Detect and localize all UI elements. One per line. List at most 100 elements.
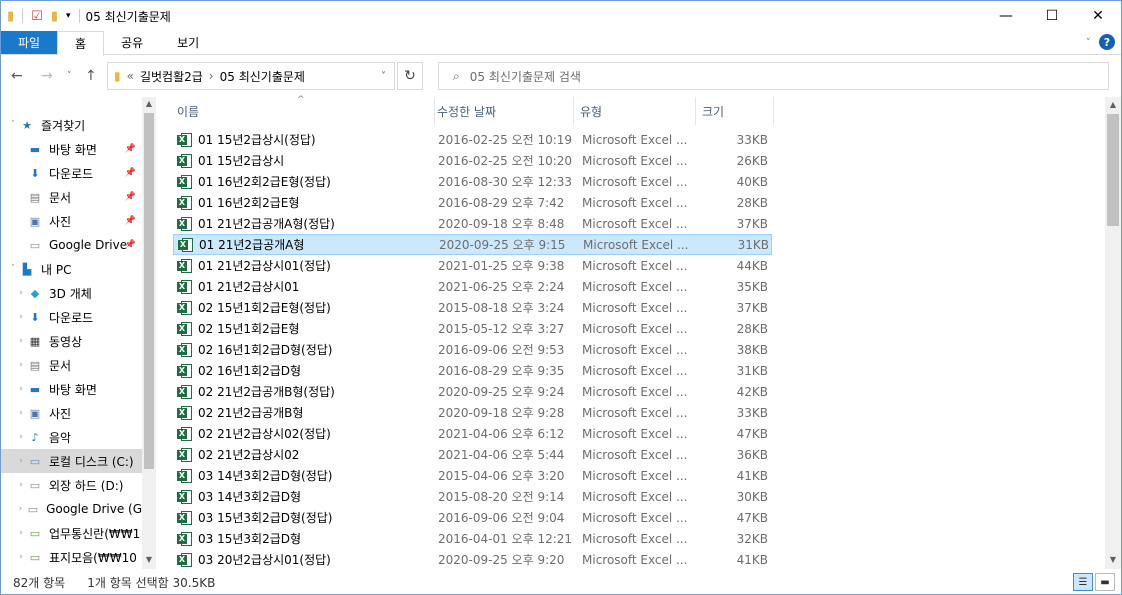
expand-chevron-icon[interactable]: › [15, 408, 27, 418]
tab-home[interactable]: 홈 [57, 31, 105, 56]
file-list-scrollbar[interactable]: ▲ ▼ [1105, 97, 1121, 569]
nav-item[interactable]: › ▤ 문서 [1, 353, 142, 377]
scroll-down-arrow-icon[interactable]: ▼ [142, 555, 156, 564]
large-icons-view-icon[interactable]: ▬ [1095, 573, 1115, 591]
expand-chevron-icon[interactable]: › [15, 360, 27, 370]
file-row[interactable]: X 02 15년1회2급E형(정답) 2015-08-18 오후 3:24 Micro… [173, 297, 772, 318]
help-button[interactable]: ? [1099, 34, 1115, 50]
drive-icon: ▭ [27, 502, 39, 516]
address-bar[interactable]: ▮ « 길벗컴활2급 › 05 최신기출문제 ˅ [107, 62, 395, 90]
expand-chevron-icon[interactable]: › [15, 384, 27, 394]
nav-item[interactable]: ▤ 문서 📌 [1, 185, 142, 209]
file-row[interactable]: X 02 16년1회2급D형(정답) 2016-09-06 오전 9:53 Micro… [173, 339, 772, 360]
refresh-button[interactable]: ↻ [397, 62, 423, 90]
selection-info: 1개 항목 선택함 30.5KB [87, 575, 216, 590]
file-row[interactable]: X 02 16년1회2급D형 2016-08-29 오후 9:35 Microsoft… [173, 360, 772, 381]
search-icon: ⌕ [453, 68, 460, 83]
nav-item[interactable]: › ▭ 외장 하드 (D:) [1, 473, 142, 497]
expand-chevron-icon[interactable]: › [15, 504, 26, 514]
breadcrumb-item[interactable]: 길벗컴활2급 [140, 68, 203, 85]
nav-item[interactable]: › ▭ 업무통신란(₩₩1 [1, 521, 142, 545]
file-row[interactable]: X 02 21년2급상시02 2021-04-06 오후 5:44 Microsoft… [173, 444, 772, 465]
file-row[interactable]: X 01 21년2급공개A형(정답) 2020-09-18 오후 8:48 Micro… [173, 213, 772, 234]
file-list-scroll-thumb[interactable] [1107, 114, 1119, 226]
nav-scroll-thumb[interactable] [144, 113, 154, 469]
column-header-name[interactable]: 이름 [171, 97, 435, 125]
expand-chevron-icon[interactable]: › [15, 528, 27, 538]
nav-item[interactable]: ▭ Google Drive 📌 [1, 233, 142, 257]
new-folder-icon[interactable]: ▮ [51, 9, 58, 24]
file-row[interactable]: X 02 15년1회2급E형 2015-05-12 오후 3:27 Microsoft… [173, 318, 772, 339]
file-row[interactable]: X 03 14년3회2급D형(정답) 2015-04-06 오후 3:20 Micro… [173, 465, 772, 486]
nav-item[interactable]: › ◆ 3D 개체 [1, 281, 142, 305]
nav-item[interactable]: ⬇ 다운로드 📌 [1, 161, 142, 185]
nav-item[interactable]: › ⬇ 다운로드 [1, 305, 142, 329]
nav-item[interactable]: › ▣ 사진 [1, 401, 142, 425]
file-date: 2016-09-06 오전 9:04 [438, 511, 565, 525]
expand-chevron-icon[interactable]: › [15, 552, 27, 562]
customize-toolbar-chevron-icon[interactable]: ▾ [66, 11, 71, 21]
expand-chevron-icon[interactable]: › [15, 312, 27, 322]
maximize-button[interactable]: ☐ [1029, 1, 1075, 31]
excel-file-icon: X [177, 153, 193, 169]
close-button[interactable]: ✕ [1075, 1, 1121, 31]
nav-item[interactable]: › ▭ 로컬 디스크 (C:) [1, 449, 142, 473]
back-arrow-icon[interactable]: ← [11, 68, 23, 84]
file-name: 01 21년2급상시01(정답) [198, 259, 331, 273]
file-row[interactable]: X 01 21년2급공개A형 2020-09-25 오후 9:15 Microsoft… [173, 234, 772, 255]
file-row[interactable]: X 02 21년2급공개B형(정답) 2020-09-25 오후 9:24 Micro… [173, 381, 772, 402]
nav-item[interactable]: › ▭ 표지모음(₩₩10 [1, 545, 142, 569]
file-row[interactable]: X 03 20년2급상시01(정답) 2020-09-25 오후 9:20 Micro… [173, 549, 772, 570]
expand-ribbon-chevron-icon[interactable]: ˅ [1086, 36, 1092, 49]
expand-chevron-icon[interactable]: › [15, 456, 27, 466]
nav-item[interactable]: › ▭ Google Drive (G [1, 497, 142, 521]
nav-scrollbar[interactable]: ▲ ▼ [142, 97, 156, 569]
nav-item[interactable]: › ▦ 동영상 [1, 329, 142, 353]
column-header-type[interactable]: 유형 [574, 97, 696, 125]
nav-item[interactable]: ▬ 바탕 화면 📌 [1, 137, 142, 161]
file-row[interactable]: X 03 15년3회2급D형 2016-04-01 오후 12:21 Microsof… [173, 528, 772, 549]
file-row[interactable]: X 01 21년2급상시01(정답) 2021-01-25 오후 9:38 Micro… [173, 255, 772, 276]
file-row[interactable]: X 02 21년2급공개B형 2020-09-18 오후 9:28 Microsoft… [173, 402, 772, 423]
file-row[interactable]: X 01 15년2급상시 2016-02-25 오전 10:20 Microsoft … [173, 150, 772, 171]
address-dropdown-chevron-icon[interactable]: ˅ [381, 71, 386, 82]
tab-file[interactable]: 파일 [1, 31, 57, 54]
file-row[interactable]: X 01 15년2급상시(정답) 2016-02-25 오전 10:19 Micros… [173, 129, 772, 150]
scroll-up-arrow-icon[interactable]: ▲ [142, 99, 156, 108]
nav-item[interactable]: ▣ 사진 📌 [1, 209, 142, 233]
nav-item[interactable]: ˅ ▙ 내 PC [1, 257, 142, 281]
recent-locations-chevron-icon[interactable]: ˅ [67, 71, 72, 81]
expand-chevron-icon[interactable]: › [15, 432, 27, 442]
properties-icon[interactable]: ☑ [31, 9, 43, 24]
file-row[interactable]: X 01 16년2회2급E형 2016-08-29 오후 7:42 Microsoft… [173, 192, 772, 213]
expand-chevron-icon[interactable]: › [15, 336, 27, 346]
column-header-date[interactable]: 수정한 날짜 [431, 97, 574, 125]
file-row[interactable]: X 02 21년2급상시02(정답) 2021-04-06 오후 6:12 Micro… [173, 423, 772, 444]
file-row[interactable]: X 03 15년3회2급D형(정답) 2016-09-06 오전 9:04 Micro… [173, 507, 772, 528]
expand-chevron-icon[interactable]: › [15, 480, 27, 490]
breadcrumb-overflow[interactable]: « [127, 69, 134, 83]
file-row[interactable]: X 01 16년2회2급E형(정답) 2016-08-30 오후 12:33 Micr… [173, 171, 772, 192]
up-arrow-icon[interactable]: ↑ [85, 68, 97, 84]
column-header-size[interactable]: 크기 [696, 97, 774, 125]
file-row[interactable]: X 03 14년3회2급D형 2015-08-20 오전 9:14 Microsoft… [173, 486, 772, 507]
scroll-up-arrow-icon[interactable]: ▲ [1105, 100, 1121, 109]
breadcrumb-separator[interactable]: › [209, 69, 214, 83]
nav-item[interactable]: › ♪ 음악 [1, 425, 142, 449]
disk-icon: ▭ [29, 478, 41, 492]
details-view-icon[interactable]: ☰ [1073, 573, 1093, 591]
scroll-down-arrow-icon[interactable]: ▼ [1105, 555, 1121, 564]
tab-share[interactable]: 공유 [104, 31, 160, 54]
file-row[interactable]: X 01 21년2급상시01 2021-06-25 오후 2:24 Microsoft… [173, 276, 772, 297]
breadcrumb-item[interactable]: 05 최신기출문제 [220, 68, 305, 85]
nav-item[interactable]: › ▬ 바탕 화면 [1, 377, 142, 401]
expand-chevron-icon[interactable]: › [15, 288, 27, 298]
tab-view[interactable]: 보기 [160, 31, 216, 54]
nav-item[interactable]: ˅ ★ 즐겨찾기 [1, 113, 142, 137]
file-name: 03 14년3회2급D형(정답) [198, 469, 333, 483]
search-box[interactable]: ⌕ 05 최신기출문제 검색 [438, 62, 1109, 90]
forward-arrow-icon[interactable]: → [41, 68, 53, 84]
expand-chevron-icon[interactable]: ˅ [7, 264, 19, 274]
expand-chevron-icon[interactable]: ˅ [7, 120, 19, 130]
minimize-button[interactable]: — [983, 1, 1029, 31]
